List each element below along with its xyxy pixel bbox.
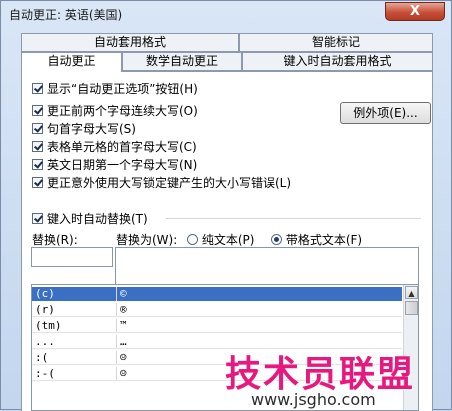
list-row-to: … (120, 335, 127, 348)
checkbox[interactable] (32, 122, 43, 134)
scroll-thumb[interactable] (405, 301, 418, 315)
formatted-text-label: 带格式文本(F) (285, 233, 363, 247)
tab-math-autocorrect[interactable]: 数学自动更正 (122, 52, 242, 71)
option-two-initial-capitals[interactable]: 更正前两个字母连续大写(O) (32, 102, 198, 118)
option-caps-lock-correction[interactable]: 更正意外使用大写锁定键产生的大小写错误(L) (32, 174, 291, 190)
formatted-text-option[interactable]: 带格式文本(F) (271, 231, 362, 248)
list-row[interactable]: (c) © (32, 287, 402, 301)
checkbox[interactable] (32, 104, 43, 116)
list-row[interactable]: (r) ® (32, 303, 402, 317)
option-label: 句首字母大写(S) (47, 121, 136, 136)
checkbox[interactable] (32, 140, 43, 152)
option-replace-as-you-type[interactable]: 键入时自动替换(T) (32, 210, 148, 226)
checkbox[interactable] (32, 158, 43, 170)
formatted-text-radio[interactable] (271, 234, 282, 245)
column-separator (116, 303, 117, 317)
option-label: 更正前两个字母连续大写(O) (47, 103, 198, 118)
option-capitalize-day-names[interactable]: 英文日期第一个字母大写(N) (32, 156, 197, 172)
column-separator (116, 335, 117, 349)
option-label: 表格单元格的首字母大写(C) (47, 139, 197, 154)
column-separator (116, 351, 117, 365)
scroll-up-arrow-icon[interactable]: ▲ (405, 286, 418, 299)
group-divider (166, 218, 421, 219)
checkbox[interactable] (32, 82, 43, 94)
list-row-to: ☹ (120, 351, 127, 364)
list-row-to: © (120, 287, 127, 300)
column-separator (116, 287, 117, 301)
close-button[interactable]: X (385, 2, 445, 21)
option-capitalize-sentences[interactable]: 句首字母大写(S) (32, 120, 136, 136)
option-label: 键入时自动替换(T) (47, 211, 148, 226)
option-show-autocorrect-button[interactable]: 显示“自动更正选项”按钮(H) (32, 80, 198, 96)
checkbox[interactable] (32, 176, 43, 188)
tab-autocorrect[interactable]: 自动更正 (21, 52, 122, 72)
list-row-from: (r) (35, 303, 55, 316)
watermark-url: www.jsgho.com (251, 390, 376, 409)
row-divider (32, 332, 402, 333)
exceptions-button[interactable]: 例外项(E)... (340, 102, 431, 124)
tab-autoformat-as-you-type[interactable]: 键入时自动套用格式 (242, 52, 433, 71)
list-row-from: :-( (35, 367, 55, 380)
list-row-from: ... (35, 335, 55, 348)
title-bar: 自动更正: 英语(美国) X (1, 1, 451, 27)
plain-text-radio[interactable] (187, 234, 198, 245)
tab-autoformat[interactable]: 自动套用格式 (21, 33, 239, 52)
option-capitalize-table-cells[interactable]: 表格单元格的首字母大写(C) (32, 138, 197, 154)
option-label: 英文日期第一个字母大写(N) (47, 157, 198, 172)
option-label: 显示“自动更正选项”按钮(H) (47, 81, 198, 96)
plain-text-option[interactable]: 纯文本(P) (187, 231, 254, 248)
option-label: 更正意外使用大写锁定键产生的大小写错误(L) (47, 175, 292, 190)
list-row-to: ® (120, 303, 127, 316)
window-title: 自动更正: 英语(美国) (9, 8, 123, 22)
replace-label: 替换(R): (32, 233, 78, 247)
list-row-to: ™ (120, 319, 127, 332)
with-label: 替换为(W): (116, 233, 178, 247)
with-input[interactable] (115, 247, 419, 287)
autocorrect-dialog: 自动更正: 英语(美国) X 自动套用格式 智能标记 数学自动更正 键入时自动套… (0, 0, 452, 411)
list-row[interactable]: (tm) ™ (32, 319, 402, 333)
list-row-from: (tm) (35, 319, 62, 332)
list-row-to: ☹ (120, 367, 127, 380)
column-separator (116, 367, 117, 381)
replace-input[interactable] (31, 247, 113, 267)
plain-text-label: 纯文本(P) (201, 233, 255, 247)
row-divider (32, 316, 402, 317)
list-row-from: (c) (35, 287, 55, 300)
list-row-from: :( (35, 351, 49, 364)
checkbox[interactable] (32, 212, 43, 224)
tab-smart-tags[interactable]: 智能标记 (239, 33, 433, 52)
column-separator (116, 319, 117, 333)
